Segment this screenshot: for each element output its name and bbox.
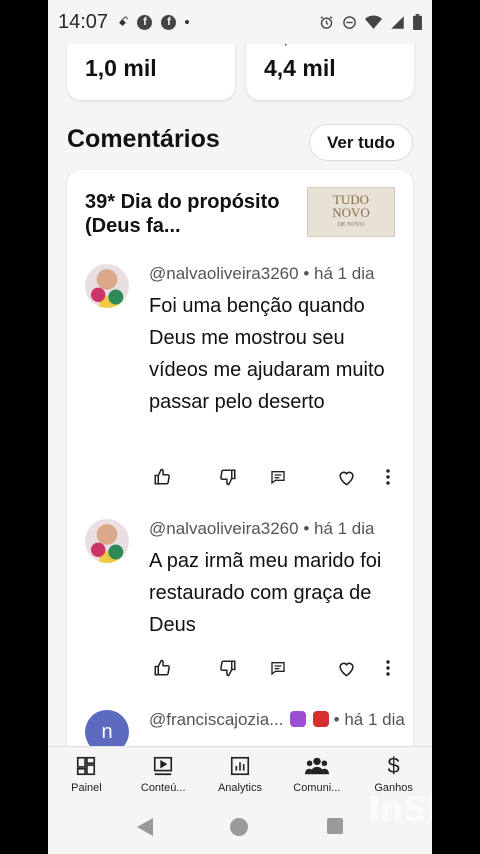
heart-icon[interactable]: [335, 657, 357, 679]
notification-icons: ꗃ f f: [118, 14, 190, 30]
nav-item-painel[interactable]: Painel: [48, 747, 125, 804]
back-icon[interactable]: [136, 817, 154, 837]
comment-author[interactable]: @nalvaoliveira3260: [149, 264, 299, 283]
separator-dot: •: [333, 710, 345, 729]
watermark: InShOt: [368, 790, 432, 830]
comment-actions: [67, 657, 413, 681]
avatar[interactable]: [85, 519, 129, 563]
more-notifications-icon: [185, 20, 190, 24]
avatar[interactable]: [85, 264, 129, 308]
content-icon: [150, 753, 176, 779]
heart-icon[interactable]: [335, 466, 357, 488]
comment-time: há 1 dia: [344, 710, 405, 729]
member-badge-icon: [312, 711, 329, 727]
comments-panel: 39* Dia do propósito (Deus fa... TUDO NO…: [67, 170, 413, 746]
like-icon[interactable]: [151, 657, 173, 679]
status-bar: 14:07 ꗃ f f: [48, 0, 432, 44]
separator-dot: •: [303, 519, 314, 538]
comment-meta: @nalvaoliveira3260 • há 1 dia: [149, 264, 375, 284]
phone-screen: Comentários 2... 1,0 mil Espectador... 2…: [48, 0, 432, 854]
more-vert-icon[interactable]: [377, 466, 399, 488]
nav-item-conteudo[interactable]: Conteú...: [125, 747, 202, 804]
home-icon[interactable]: [230, 818, 248, 836]
more-vert-icon[interactable]: [377, 657, 399, 679]
section-title: Comentários: [67, 125, 220, 153]
video-title[interactable]: 39* Dia do propósito (Deus fa...: [85, 190, 300, 238]
comment-time: há 1 dia: [314, 264, 375, 283]
dollar-icon: $: [387, 753, 400, 778]
signal-icon: [391, 15, 404, 29]
nav-label: Analytics: [217, 782, 262, 794]
thumbnail-text: NOVO: [332, 204, 370, 220]
reply-icon[interactable]: [267, 466, 289, 488]
battery-icon: [413, 14, 422, 30]
dnd-icon: [343, 15, 356, 29]
comment-meta: @nalvaoliveira3260 • há 1 dia: [149, 519, 375, 539]
nav-label: Painel: [71, 782, 102, 794]
comment-meta: @franciscajozia... • há 1 dia: [149, 710, 405, 730]
facebook-icon: f: [137, 14, 153, 30]
comment-text: Foi uma benção quando Deus me mostrou se…: [149, 295, 385, 413]
comment-text: A paz irmã meu marido foi restaurado com…: [149, 550, 382, 636]
analytics-icon: [227, 753, 253, 779]
community-icon: [304, 753, 330, 779]
nav-label: Conteú...: [140, 782, 186, 794]
nav-label: Comuni...: [293, 782, 341, 794]
avatar[interactable]: n: [85, 710, 129, 746]
notification-icon: ꗃ: [118, 14, 129, 29]
alarm-icon: [320, 15, 333, 29]
see-all-button[interactable]: Ver tudo: [309, 124, 413, 161]
separator-dot: •: [303, 264, 314, 283]
stat-value: 1,0 mil: [85, 55, 157, 81]
stat-value: 4,4 mil: [264, 55, 336, 81]
video-thumbnail[interactable]: TUDO NOVO DE NOVO: [307, 187, 395, 237]
recents-icon[interactable]: [327, 818, 343, 834]
like-icon[interactable]: [151, 466, 173, 488]
thumbnail-text: DE NOVO: [337, 221, 365, 228]
dashboard-icon: [73, 753, 99, 779]
member-badge-icon: [290, 711, 307, 727]
system-icons: [319, 14, 422, 30]
nav-item-analytics[interactable]: Analytics: [202, 747, 279, 804]
scroll-content[interactable]: Comentários 2... 1,0 mil Espectador... 2…: [48, 0, 432, 746]
thumbnail-text: TUDO: [332, 191, 370, 207]
comment-actions: [67, 466, 413, 490]
wifi-icon: [365, 14, 382, 29]
facebook-icon: f: [161, 14, 177, 30]
reply-icon[interactable]: [267, 657, 289, 679]
dislike-icon[interactable]: [217, 466, 239, 488]
status-time: 14:07: [58, 10, 109, 33]
comment-author[interactable]: @franciscajozia...: [149, 710, 283, 729]
comment-time: há 1 dia: [314, 519, 375, 538]
dislike-icon[interactable]: [217, 657, 239, 679]
nav-item-comunidade[interactable]: Comuni...: [278, 747, 355, 804]
comment-author[interactable]: @nalvaoliveira3260: [149, 519, 299, 538]
